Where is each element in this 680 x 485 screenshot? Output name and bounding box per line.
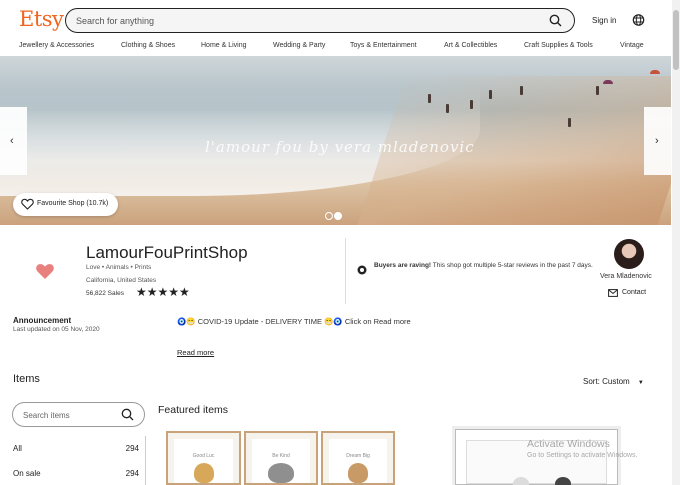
section-count: 294 [125,469,139,478]
banner-script-text: l'amour fou by vera mladenovic [205,138,475,156]
announcement-text: 🧿😁 COVID-19 Update - DELIVERY TIME 😁🧿 Cl… [177,317,411,326]
shop-rating-stars[interactable]: ★★★★★ [136,285,190,299]
banner-umbrella [650,70,660,74]
favourite-shop-button[interactable]: Favourite Shop (10.7k) [13,193,118,216]
section-label: All [13,444,22,453]
product-image: Be Kind [252,439,310,483]
product-caption: Be Kind [272,453,290,459]
category-wedding[interactable]: Wedding & Party [273,42,325,49]
butterfly-illustration [513,477,529,485]
windows-activation-subtitle: Go to Settings to activate Windows. [527,452,638,459]
category-nav: Jewellery & Accessories Clothing & Shoes… [0,40,680,56]
carousel-dot[interactable] [325,212,333,220]
shop-owner-avatar[interactable] [614,239,644,269]
banner-person [596,86,599,95]
search-bar[interactable] [65,8,575,33]
cart-icon[interactable] [632,13,645,27]
items-heading: Items [13,373,40,385]
shop-logo-heart-icon [36,264,54,279]
contact-label: Contact [622,289,647,296]
divider [145,436,146,485]
banner-person [446,104,449,113]
section-item-all[interactable]: All 294 [13,444,139,453]
buyers-raving-notice: Buyers are raving! This shop got multipl… [374,261,594,271]
read-more-link[interactable]: Read more [177,348,214,357]
rave-text: This shop got multiple 5-star reviews in… [431,262,593,269]
banner-person [568,118,571,127]
windows-activation-title: Activate Windows [527,438,610,450]
badge-icon [357,265,367,275]
shop-location: California, United States [86,277,157,284]
carousel-dots [325,207,343,225]
rave-title: Buyers are raving! [374,262,432,269]
etsy-logo[interactable]: Etsy [19,7,64,31]
butterfly-illustration [555,477,571,485]
product-image: Dream Big [329,439,387,483]
elephant-illustration [268,463,294,483]
favourite-shop-label: Favourite Shop (10.7k) [37,200,109,207]
giraffe-illustration [193,463,214,483]
chevron-left-icon: ‹ [10,135,14,147]
product-caption: Dream Big [346,453,370,459]
category-home[interactable]: Home & Living [201,42,247,49]
shop-name: LamourFouPrintShop [86,243,248,262]
scrollbar[interactable] [672,0,680,485]
caret-down-icon: ▼ [637,380,644,386]
banner-next-button[interactable]: › [644,107,671,175]
search-input[interactable] [76,12,536,29]
banner-person [489,90,492,99]
product-card[interactable]: Good Luc [166,431,241,485]
divider [345,238,346,304]
section-item-on-sale[interactable]: On sale 294 [13,469,139,478]
featured-items-heading: Featured items [158,404,229,416]
shop-tagline: Love • Animals • Prints [86,264,152,271]
product-card[interactable]: Dream Big [321,431,395,485]
lion-illustration [348,463,368,483]
chevron-right-icon: › [655,135,659,147]
banner-person [428,94,431,103]
section-count: 294 [125,444,139,453]
search-icon[interactable] [549,14,562,27]
announcement-updated: Last updated on 05 Nov, 2020 [13,326,100,333]
banner-prev-button[interactable]: ‹ [0,107,27,175]
category-craft[interactable]: Craft Supplies & Tools [524,42,593,49]
product-card[interactable]: Be Kind [244,431,318,485]
sign-in-link[interactable]: Sign in [592,16,616,25]
shop-owner-name[interactable]: Vera Mladenovic [600,273,652,280]
category-art[interactable]: Art & Collectibles [444,42,497,49]
category-vintage[interactable]: Vintage [620,42,644,49]
banner-umbrella [603,80,613,84]
category-toys[interactable]: Toys & Entertainment [350,42,417,49]
search-icon[interactable] [121,408,134,421]
banner-person [520,86,523,95]
heart-outline-icon [21,198,34,210]
product-caption: Good Luc [192,453,215,459]
category-clothing[interactable]: Clothing & Shoes [121,42,175,49]
items-search[interactable] [12,402,145,427]
scrollbar-thumb[interactable] [673,10,679,70]
items-search-input[interactable] [23,408,118,422]
carousel-dot-active[interactable] [334,212,342,220]
shop-sales-count[interactable]: 56,822 Sales [86,290,124,297]
section-label: On sale [13,469,41,478]
sort-label: Sort: Custom [583,377,630,386]
header: Etsy Sign in [0,0,680,40]
mail-icon [608,289,618,297]
sort-dropdown[interactable]: Sort: Custom ▼ [583,377,644,386]
banner-person [470,100,473,109]
product-image: Good Luc [174,439,233,483]
announcement-title: Announcement [13,316,72,325]
category-jewellery[interactable]: Jewellery & Accessories [19,42,94,49]
